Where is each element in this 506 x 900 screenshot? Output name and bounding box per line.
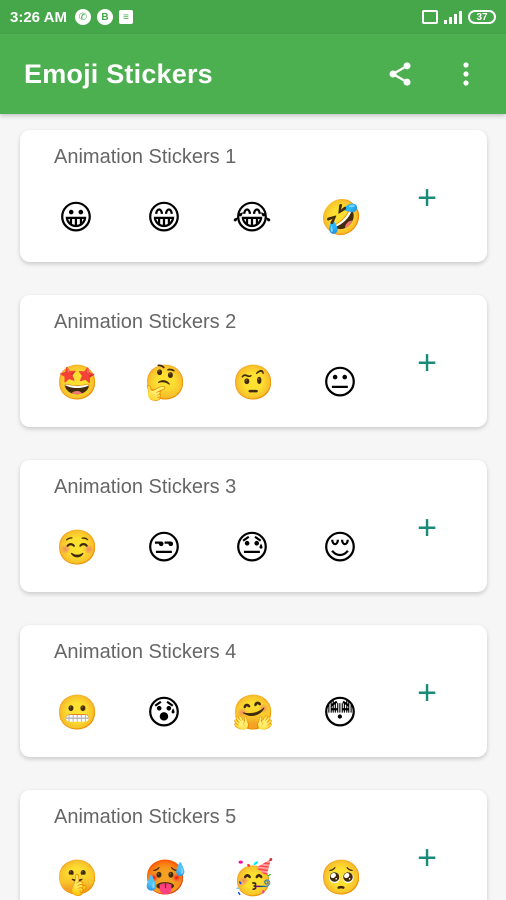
emoji-sticker: 😂 xyxy=(232,199,272,237)
more-vert-icon[interactable] xyxy=(450,58,482,90)
add-pack-button[interactable]: + xyxy=(411,841,443,876)
emoji-sticker: 😁 xyxy=(146,199,182,237)
pack-title: Animation Stickers 1 xyxy=(54,146,237,168)
emoji-sticker: 🤫 xyxy=(56,859,99,897)
pack-title: Animation Stickers 2 xyxy=(54,311,237,333)
pack-title: Animation Stickers 3 xyxy=(54,476,237,498)
b-icon: B xyxy=(96,9,113,25)
emoji-sticker: 🤔 xyxy=(144,364,187,402)
emoji-sticker: 🤣 xyxy=(320,199,363,237)
pack-emoji-row: 😀 😁 😂 🤣 xyxy=(56,198,363,238)
emoji-sticker: 🥺 xyxy=(320,859,363,897)
emoji-sticker: 🤩 xyxy=(56,364,99,402)
emoji-sticker: 😰 xyxy=(146,694,182,732)
phone-icon: ✆ xyxy=(74,9,91,25)
sticker-pack-list[interactable]: Animation Stickers 1 😀 😁 😂 🤣 + Animation… xyxy=(0,114,506,900)
emoji-sticker: 😌 xyxy=(322,529,358,567)
pack-emoji-row: 🤫 🥵 🥳 🥺 xyxy=(56,858,363,898)
emoji-sticker: 🥳 xyxy=(232,859,275,897)
add-pack-button[interactable]: + xyxy=(411,511,443,546)
emoji-sticker: 🤗 xyxy=(232,694,275,732)
pack-emoji-row: ☺️ 😒 😓 😌 xyxy=(56,528,360,568)
app-title: Emoji Stickers xyxy=(24,58,213,89)
pack-emoji-row: 😬 😰 🤗 😳 xyxy=(56,693,360,733)
emoji-sticker: ☺️ xyxy=(56,529,99,567)
add-pack-button[interactable]: + xyxy=(411,676,443,711)
emoji-sticker: 😓 xyxy=(234,529,270,567)
emoji-sticker: 🥵 xyxy=(144,859,187,897)
sticker-pack-card[interactable]: Animation Stickers 5 🤫 🥵 🥳 🥺 + xyxy=(20,790,487,900)
sticker-pack-card[interactable]: Animation Stickers 1 😀 😁 😂 🤣 + xyxy=(20,130,487,262)
notification-icon: ≡ xyxy=(118,10,133,24)
pack-title: Animation Stickers 5 xyxy=(54,806,237,828)
sticker-pack-card[interactable]: Animation Stickers 2 🤩 🤔 🤨 😐 + xyxy=(20,295,487,427)
emoji-sticker: 😐 xyxy=(322,364,358,402)
emoji-sticker: 😒 xyxy=(146,529,182,567)
share-icon[interactable] xyxy=(384,58,416,90)
status-bar: 3:26 AM ✆ B ≡ 37 xyxy=(0,0,506,34)
battery-indicator: 37 xyxy=(468,10,496,24)
sticker-pack-card[interactable]: Animation Stickers 3 ☺️ 😒 😓 😌 + xyxy=(20,460,487,592)
app-bar: Emoji Stickers xyxy=(0,34,506,114)
emoji-sticker: 😬 xyxy=(56,694,99,732)
emoji-sticker: 🤨 xyxy=(232,364,275,402)
add-pack-button[interactable]: + xyxy=(411,181,443,216)
emoji-sticker: 😳 xyxy=(322,694,358,732)
pack-emoji-row: 🤩 🤔 🤨 😐 xyxy=(56,363,360,403)
sticker-pack-card[interactable]: Animation Stickers 4 😬 😰 🤗 😳 + xyxy=(20,625,487,757)
status-time: 3:26 AM xyxy=(10,8,67,26)
battery-level: 37 xyxy=(476,11,488,23)
add-pack-button[interactable]: + xyxy=(411,346,443,381)
emoji-sticker: 😀 xyxy=(58,199,94,237)
pack-title: Animation Stickers 4 xyxy=(54,641,237,663)
signal-icon xyxy=(444,10,462,24)
sim-icon xyxy=(422,10,438,24)
